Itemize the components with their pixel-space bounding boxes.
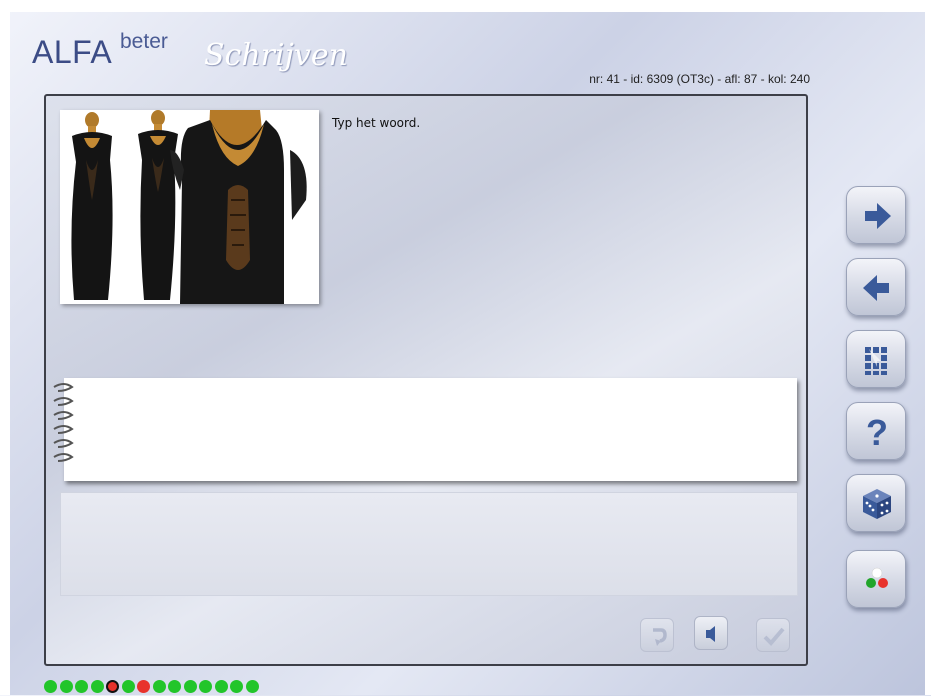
undo-arrow-icon xyxy=(653,628,667,646)
arrow-left-icon xyxy=(863,275,889,301)
progress-dot xyxy=(90,680,104,693)
logo-schrijven-text: Schrijven xyxy=(204,38,348,73)
speaker-icon xyxy=(706,626,715,642)
previous-button[interactable] xyxy=(846,258,906,316)
dice-icon xyxy=(863,489,891,519)
progress-dot xyxy=(59,680,73,693)
traffic-dots-icon xyxy=(866,567,888,588)
random-button[interactable] xyxy=(846,474,906,532)
progress-dot xyxy=(106,680,119,693)
exercise-image xyxy=(60,110,319,304)
grid-icon xyxy=(865,347,887,375)
progress-dot xyxy=(44,680,57,693)
retry-button[interactable] xyxy=(640,618,674,652)
check-button[interactable] xyxy=(756,618,790,652)
question-icon: ? xyxy=(866,412,888,453)
progress-dot xyxy=(199,680,212,693)
window-right-edge xyxy=(925,0,931,695)
audio-button[interactable] xyxy=(694,616,728,650)
progress-dot xyxy=(137,680,150,693)
checkmark-icon xyxy=(763,627,785,646)
svg-text:?: ? xyxy=(866,412,888,453)
exercise-info: nr: 41 - id: 6309 (OT3c) - afl: 87 - kol… xyxy=(589,72,810,86)
progress-dot xyxy=(121,680,135,693)
progress-dot xyxy=(168,680,181,693)
overview-button[interactable] xyxy=(846,330,906,388)
feedback-area xyxy=(60,492,798,596)
help-button[interactable]: ? xyxy=(846,402,906,460)
progress-dot xyxy=(230,680,243,693)
progress-dot xyxy=(214,680,228,693)
answer-notepad xyxy=(64,378,797,481)
arrow-right-icon xyxy=(865,203,891,229)
window-left-edge xyxy=(0,0,10,695)
progress-dot xyxy=(75,680,88,693)
instruction-text: Typ het woord. xyxy=(332,116,421,130)
progress-dot xyxy=(245,680,259,693)
progress-dot xyxy=(183,680,197,693)
answer-input[interactable] xyxy=(94,386,788,474)
progress-dot xyxy=(152,680,166,693)
progress-button[interactable] xyxy=(846,550,906,608)
next-button[interactable] xyxy=(846,186,906,244)
logo-alfa-text: ALFA xyxy=(32,34,113,70)
notepad-spiral-icon xyxy=(50,381,80,473)
window-top-edge xyxy=(0,0,931,12)
logo-beter-text: beter xyxy=(120,30,168,53)
